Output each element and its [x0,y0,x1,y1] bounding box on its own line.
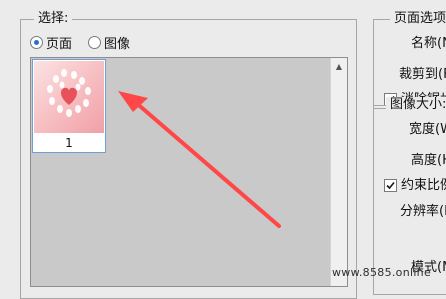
watermark-text: www.8585.online [332,266,432,279]
width-label: 宽度(W [409,122,446,137]
height-label: 高度(H [411,153,446,168]
name-label: 名称(N [411,36,446,51]
radio-page[interactable] [30,35,43,49]
constrain-checkbox[interactable] [384,179,397,192]
selection-legend: 选择: [34,11,73,27]
thumbnail-item[interactable]: 1 [32,59,106,153]
heart-balloons-icon [47,69,91,117]
radio-image[interactable] [88,35,102,49]
crop-label: 裁剪到(F [399,67,446,82]
thumbnail-caption: 1 [65,136,73,150]
radio-image-label[interactable]: 图像 [104,33,130,52]
scroll-up-arrow-icon[interactable]: ▲ [331,58,347,75]
thumbnail-image [34,61,104,133]
thumbnail-scrollbar[interactable]: ▲ [330,58,347,286]
resolution-label: 分辨率(R [400,204,446,219]
checkmark-icon [386,181,395,190]
selection-radio-group: 页面 图像 [30,33,146,52]
radio-page-label[interactable]: 页面 [46,33,72,52]
image-size-legend: 图像大小: [386,97,446,113]
constrain-label[interactable]: 约束比例 [401,178,446,194]
page-options-legend: 页面选项 [390,11,446,27]
thumbnail-list[interactable]: 1 ▲ [30,57,348,287]
